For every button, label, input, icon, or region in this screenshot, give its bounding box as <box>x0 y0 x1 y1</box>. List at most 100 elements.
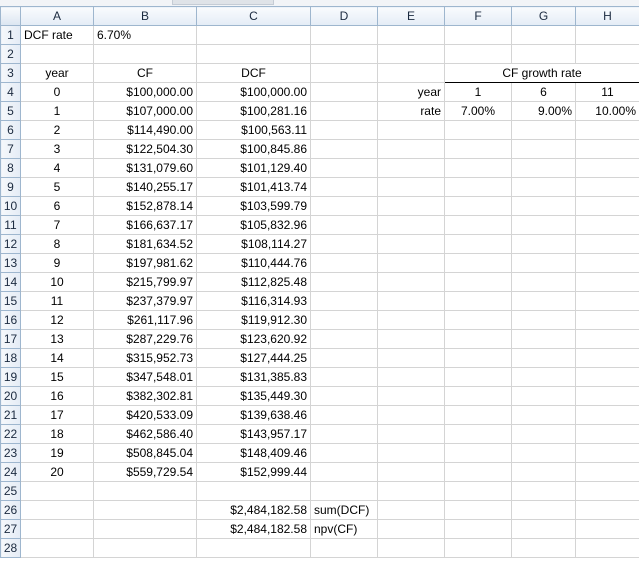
cell-f17[interactable] <box>444 329 512 349</box>
cell-d16[interactable] <box>310 310 378 330</box>
cell-d7[interactable] <box>310 139 378 159</box>
cell-d10[interactable] <box>310 196 378 216</box>
row-header-20[interactable]: 20 <box>0 386 21 406</box>
year-cell[interactable]: 2 <box>20 120 94 140</box>
cell-b27[interactable] <box>93 519 197 539</box>
cell-a25[interactable] <box>20 481 94 501</box>
cell-h14[interactable] <box>575 272 639 292</box>
cell-b2[interactable] <box>93 44 197 64</box>
dcf-cell[interactable]: $101,129.40 <box>196 158 311 178</box>
cell-h10[interactable] <box>575 196 639 216</box>
column-header-h[interactable]: H <box>575 6 639 26</box>
cell-h9[interactable] <box>575 177 639 197</box>
cell-g8[interactable] <box>511 158 576 178</box>
cell-d26[interactable]: sum(DCF) <box>310 500 378 520</box>
row-header-8[interactable]: 8 <box>0 158 21 178</box>
cell-c27[interactable]: $2,484,182.58 <box>196 519 311 539</box>
cell-f27[interactable] <box>444 519 512 539</box>
cell-h17[interactable] <box>575 329 639 349</box>
dcf-cell[interactable]: $143,957.17 <box>196 424 311 444</box>
year-cell[interactable]: 8 <box>20 234 94 254</box>
row-header-25[interactable]: 25 <box>0 481 21 501</box>
dcf-cell[interactable]: $100,563.11 <box>196 120 311 140</box>
cell-e25[interactable] <box>377 481 445 501</box>
cell-d13[interactable] <box>310 253 378 273</box>
row-header-17[interactable]: 17 <box>0 329 21 349</box>
dcf-cell[interactable]: $100,000.00 <box>196 82 311 102</box>
year-cell[interactable]: 13 <box>20 329 94 349</box>
cf-cell[interactable]: $166,637.17 <box>93 215 197 235</box>
dcf-cell[interactable]: $135,449.30 <box>196 386 311 406</box>
cell-e15[interactable] <box>377 291 445 311</box>
cell-d17[interactable] <box>310 329 378 349</box>
cf-cell[interactable]: $107,000.00 <box>93 101 197 121</box>
row-header-27[interactable]: 27 <box>0 519 21 539</box>
cell-d12[interactable] <box>310 234 378 254</box>
cell-a1[interactable]: DCF rate <box>20 25 94 45</box>
cell-f23[interactable] <box>444 443 512 463</box>
cf-cell[interactable]: $100,000.00 <box>93 82 197 102</box>
cf-cell[interactable]: $122,504.30 <box>93 139 197 159</box>
cell-g11[interactable] <box>511 215 576 235</box>
cell-h25[interactable] <box>575 481 639 501</box>
cell-e24[interactable] <box>377 462 445 482</box>
year-cell[interactable]: 19 <box>20 443 94 463</box>
row-header-6[interactable]: 6 <box>0 120 21 140</box>
cell-f18[interactable] <box>444 348 512 368</box>
cell-d23[interactable] <box>310 443 378 463</box>
cell-c25[interactable] <box>196 481 311 501</box>
cell-g24[interactable] <box>511 462 576 482</box>
cell-h27[interactable] <box>575 519 639 539</box>
cell-d19[interactable] <box>310 367 378 387</box>
row-header-7[interactable]: 7 <box>0 139 21 159</box>
cell-e5[interactable]: rate <box>377 101 445 121</box>
year-cell[interactable]: 9 <box>20 253 94 273</box>
year-cell[interactable]: 6 <box>20 196 94 216</box>
cell-h16[interactable] <box>575 310 639 330</box>
cell-e22[interactable] <box>377 424 445 444</box>
cell-e10[interactable] <box>377 196 445 216</box>
cf-cell[interactable]: $237,379.97 <box>93 291 197 311</box>
cell-h7[interactable] <box>575 139 639 159</box>
cell-e20[interactable] <box>377 386 445 406</box>
cell-d28[interactable] <box>310 538 378 558</box>
row-header-13[interactable]: 13 <box>0 253 21 273</box>
dcf-cell[interactable]: $101,413.74 <box>196 177 311 197</box>
cell-e21[interactable] <box>377 405 445 425</box>
cell-h13[interactable] <box>575 253 639 273</box>
cell-g6[interactable] <box>511 120 576 140</box>
cell-g16[interactable] <box>511 310 576 330</box>
cell-f1[interactable] <box>444 25 512 45</box>
cell-g13[interactable] <box>511 253 576 273</box>
cell-e7[interactable] <box>377 139 445 159</box>
cell-g27[interactable] <box>511 519 576 539</box>
year-cell[interactable]: 4 <box>20 158 94 178</box>
row-header-5[interactable]: 5 <box>0 101 21 121</box>
cell-e26[interactable] <box>377 500 445 520</box>
cell-g28[interactable] <box>511 538 576 558</box>
cell-g23[interactable] <box>511 443 576 463</box>
cell-h19[interactable] <box>575 367 639 387</box>
cell-h22[interactable] <box>575 424 639 444</box>
cell-f7[interactable] <box>444 139 512 159</box>
cell-d3[interactable] <box>310 63 378 83</box>
cell-g26[interactable] <box>511 500 576 520</box>
select-all-corner[interactable] <box>0 6 21 26</box>
cell-h26[interactable] <box>575 500 639 520</box>
year-cell[interactable]: 12 <box>20 310 94 330</box>
cf-cell[interactable]: $181,634.52 <box>93 234 197 254</box>
cell-f20[interactable] <box>444 386 512 406</box>
cell-e23[interactable] <box>377 443 445 463</box>
cell-g7[interactable] <box>511 139 576 159</box>
cell-e18[interactable] <box>377 348 445 368</box>
cell-f22[interactable] <box>444 424 512 444</box>
cf-cell[interactable]: $261,117.96 <box>93 310 197 330</box>
scrollbar-handle[interactable] <box>172 0 274 5</box>
year-cell[interactable]: 10 <box>20 272 94 292</box>
cell-h24[interactable] <box>575 462 639 482</box>
cell-b28[interactable] <box>93 538 197 558</box>
cell-b1[interactable]: 6.70% <box>93 25 197 45</box>
cell-g12[interactable] <box>511 234 576 254</box>
dcf-cell[interactable]: $131,385.83 <box>196 367 311 387</box>
row-header-1[interactable]: 1 <box>0 25 21 45</box>
